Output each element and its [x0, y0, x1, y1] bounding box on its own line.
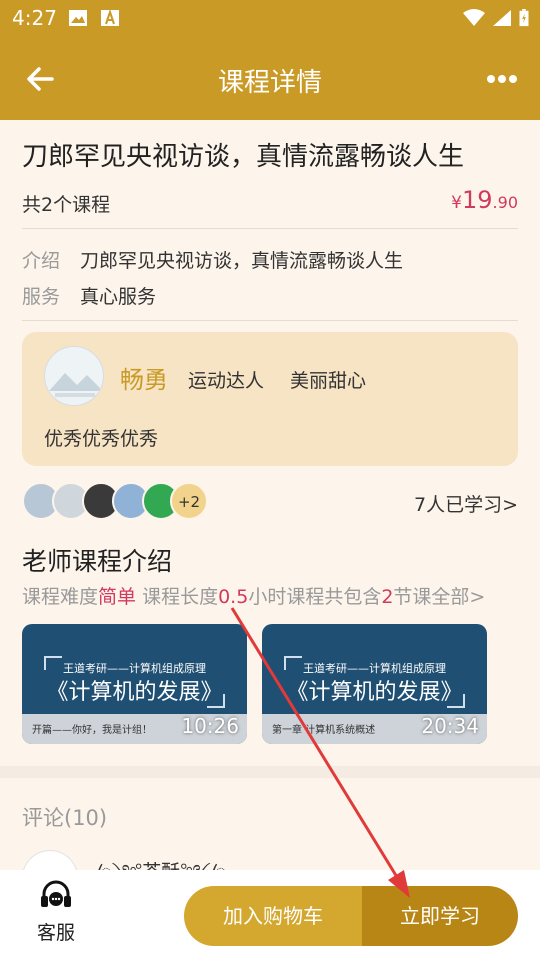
- video-card[interactable]: 王道考研——计算机组成原理 《计算机的发展》 开篇——你好，我是计组！ 10:2…: [22, 624, 247, 744]
- video-subtitle: 第一章 计算机系统概述: [272, 725, 376, 736]
- comment-avatar[interactable]: [22, 850, 78, 870]
- divider: [22, 320, 518, 321]
- comments-title: 评论(10): [22, 806, 108, 830]
- service-value: 真心服务: [80, 286, 157, 308]
- customer-service-button[interactable]: 客服: [22, 880, 90, 945]
- length-unit: 小时课程共包含: [248, 586, 382, 608]
- video-subtitle: 开篇——你好，我是计组！: [32, 725, 152, 736]
- price-integer: 19: [462, 186, 493, 214]
- image-notification-icon: [69, 10, 87, 26]
- teacher-tag: 美丽甜心: [290, 370, 367, 392]
- more-learners-badge: +2: [170, 482, 208, 520]
- length-label: 课程长度: [142, 586, 219, 608]
- difficulty-label: 课程难度: [22, 586, 99, 608]
- difficulty-value: 简单: [98, 586, 137, 608]
- course-count: 共2个课程: [22, 194, 111, 216]
- teacher-courses-title: 老师课程介绍: [22, 547, 173, 576]
- teacher-avatar-image: [45, 347, 103, 405]
- headset-icon: [41, 880, 71, 907]
- intro-value: 刀郎罕见央视访谈，真情流露畅谈人生: [80, 250, 404, 272]
- status-time: 4:27: [12, 6, 57, 30]
- comment-username: ꦿ༺茶酥༻ꦿ: [96, 850, 226, 870]
- add-to-cart-button[interactable]: 加入购物车: [184, 886, 362, 946]
- service-row: 服务 真心服务: [22, 282, 156, 309]
- signal-icon: [493, 10, 511, 26]
- start-learning-button[interactable]: 立即学习: [362, 886, 518, 946]
- price-currency: ¥: [451, 193, 462, 213]
- bottom-action-bar: 客服 加入购物车 立即学习: [0, 870, 540, 960]
- app-bar: 课程详情: [0, 38, 540, 120]
- wifi-icon: [463, 9, 485, 26]
- a-notification-icon: [101, 9, 119, 26]
- teacher-tag: 运动达人: [188, 370, 265, 392]
- battery-icon: [519, 9, 529, 27]
- video-duration: 20:34: [421, 714, 479, 738]
- divider: [22, 228, 518, 229]
- course-meta[interactable]: 课程难度简单 课程长度0.5小时课程共包含2节课全部>: [22, 582, 485, 609]
- video-title: 《计算机的发展》: [46, 680, 223, 705]
- course-detail-content[interactable]: 刀郎罕见央视访谈，真情流露畅谈人生 共2个课程 ¥19.90 介绍 刀郎罕见央视访…: [0, 120, 540, 870]
- service-label: 服务: [22, 286, 61, 308]
- course-price: ¥19.90: [451, 186, 518, 214]
- course-title: 刀郎罕见央视访谈，真情流露畅谈人生: [22, 142, 465, 172]
- teacher-card[interactable]: 畅勇 运动达人 美丽甜心 优秀优秀优秀: [22, 332, 518, 466]
- teacher-description: 优秀优秀优秀: [44, 428, 159, 450]
- lessons-suffix: 节课全部>: [393, 586, 486, 608]
- price-decimal: .90: [492, 193, 518, 212]
- teacher-name: 畅勇: [120, 366, 168, 394]
- page-title: 课程详情: [217, 68, 322, 98]
- intro-label: 介绍: [22, 250, 61, 272]
- lessons-value: 2: [381, 586, 394, 608]
- more-options-icon[interactable]: [486, 74, 518, 84]
- teacher-avatar[interactable]: [44, 346, 104, 406]
- video-card[interactable]: 王道考研——计算机组成原理 《计算机的发展》 第一章 计算机系统概述 20:34: [262, 624, 487, 744]
- section-separator: [0, 766, 540, 778]
- video-title: 《计算机的发展》: [286, 680, 463, 705]
- video-duration: 10:26: [181, 714, 239, 738]
- learner-count-link[interactable]: 7人已学习>: [414, 490, 518, 517]
- length-value: 0.5: [218, 586, 249, 608]
- learner-avatars[interactable]: +2: [22, 482, 222, 522]
- status-bar: 4:27: [0, 0, 540, 38]
- customer-service-label: 客服: [36, 922, 75, 944]
- intro-row: 介绍 刀郎罕见央视访谈，真情流露畅谈人生: [22, 246, 403, 273]
